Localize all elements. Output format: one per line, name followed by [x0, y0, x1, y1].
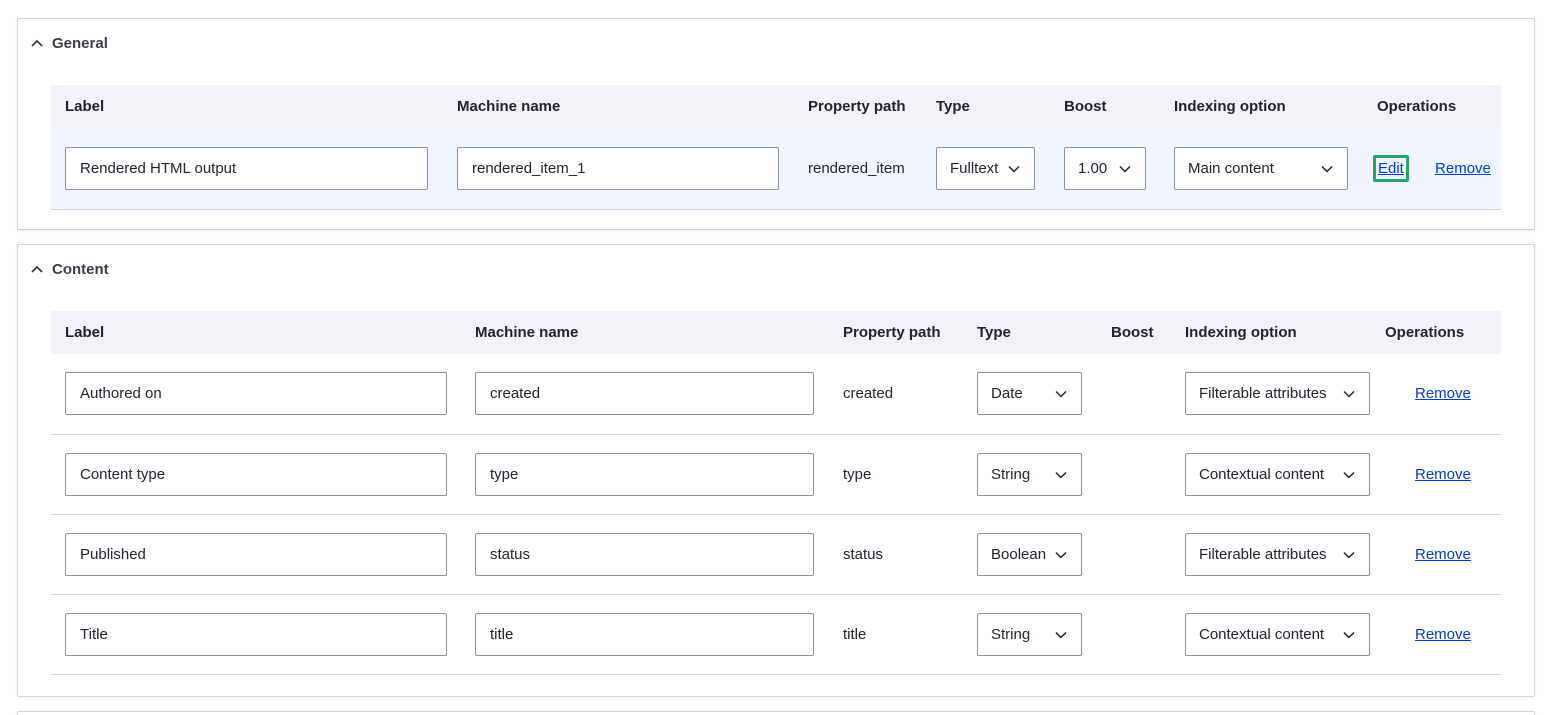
chevron-up-icon	[31, 39, 43, 47]
section-title: Content	[52, 260, 109, 278]
property-path-text: rendered_item	[808, 159, 905, 177]
col-label: Label	[65, 324, 105, 341]
section-title: General	[52, 34, 108, 52]
content-fields-table: Label Machine name Property path Type Bo…	[51, 311, 1501, 675]
col-boost: Boost	[1064, 98, 1107, 115]
property-path-text: status	[843, 545, 884, 563]
remove-link[interactable]: Remove	[1415, 385, 1471, 402]
col-machine-name: Machine name	[475, 324, 579, 341]
remove-link[interactable]: Remove	[1435, 160, 1491, 177]
content-section-toggle[interactable]: Content	[30, 259, 109, 279]
col-type: Type	[936, 98, 970, 115]
content-section: Content Label Machine name Property path…	[17, 244, 1535, 697]
type-select[interactable]: String	[977, 612, 1082, 656]
chevron-down-icon	[1343, 471, 1355, 479]
machine-name-input[interactable]	[475, 532, 814, 576]
col-indexing-option: Indexing option	[1185, 324, 1297, 341]
remove-link[interactable]: Remove	[1415, 626, 1471, 643]
col-property-path: Property path	[808, 98, 906, 115]
chevron-down-icon	[1343, 391, 1355, 398]
table-row: title String Contextual content Remove	[51, 594, 1501, 674]
label-input[interactable]	[65, 146, 428, 190]
table-row: rendered_item Fulltext 1.00 Main conte	[51, 128, 1501, 209]
chevron-down-icon	[1055, 391, 1067, 398]
label-input[interactable]	[65, 612, 447, 656]
chevron-down-icon	[1119, 165, 1131, 173]
property-path-text: type	[843, 465, 872, 483]
chevron-down-icon	[1055, 631, 1067, 639]
label-input[interactable]	[65, 532, 447, 576]
remove-link[interactable]: Remove	[1415, 466, 1471, 483]
boost-select[interactable]: 1.00	[1064, 146, 1146, 190]
indexing-option-select[interactable]: Main content	[1174, 146, 1348, 190]
machine-name-input[interactable]	[475, 372, 814, 416]
machine-name-input[interactable]	[475, 452, 814, 496]
table-header-row: Label Machine name Property path Type Bo…	[51, 85, 1501, 128]
chevron-down-icon	[1055, 551, 1067, 559]
boost-cell	[1097, 594, 1171, 674]
general-section: General Label Machine name Property path…	[17, 18, 1535, 230]
table-row: status Boolean Filterable attributes Rem…	[51, 514, 1501, 594]
col-type: Type	[977, 324, 1011, 341]
col-property-path: Property path	[843, 324, 941, 341]
type-select[interactable]: String	[977, 452, 1082, 496]
table-row: type String Contextual content Remove	[51, 434, 1501, 514]
general-fields-table: Label Machine name Property path Type Bo…	[51, 85, 1501, 210]
col-label: Label	[65, 98, 105, 115]
remove-link[interactable]: Remove	[1415, 546, 1471, 563]
chevron-down-icon	[1343, 551, 1355, 559]
general-section-toggle[interactable]: General	[30, 33, 108, 53]
col-indexing-option: Indexing option	[1174, 98, 1286, 115]
chevron-down-icon	[1008, 165, 1020, 173]
machine-name-input[interactable]	[475, 612, 814, 656]
property-path-text: created	[843, 385, 894, 403]
table-header-row: Label Machine name Property path Type Bo…	[51, 311, 1501, 354]
edit-link[interactable]: Edit	[1373, 154, 1409, 182]
machine-name-input[interactable]	[457, 146, 779, 190]
chevron-up-icon	[31, 265, 43, 273]
chevron-down-icon	[1343, 631, 1355, 639]
boost-cell	[1097, 434, 1171, 514]
indexing-option-select[interactable]: Contextual content	[1185, 612, 1370, 656]
type-select[interactable]: Fulltext	[936, 146, 1035, 190]
indexing-option-select[interactable]: Filterable attributes	[1185, 372, 1370, 416]
property-path-text: title	[843, 625, 867, 643]
boost-cell	[1097, 354, 1171, 434]
col-operations: Operations	[1385, 324, 1465, 341]
chevron-down-icon	[1055, 471, 1067, 479]
boost-cell	[1097, 514, 1171, 594]
table-row: created Date Filterable attributes Remov…	[51, 354, 1501, 434]
indexing-option-select[interactable]: Contextual content	[1185, 452, 1370, 496]
col-operations: Operations	[1377, 98, 1457, 115]
col-machine-name: Machine name	[457, 98, 561, 115]
chevron-down-icon	[1321, 165, 1333, 173]
label-input[interactable]	[65, 372, 447, 416]
next-section-edge	[17, 711, 1535, 715]
label-input[interactable]	[65, 452, 447, 496]
indexing-option-select[interactable]: Filterable attributes	[1185, 532, 1370, 576]
type-select[interactable]: Date	[977, 372, 1082, 416]
type-select[interactable]: Boolean	[977, 532, 1082, 576]
col-boost: Boost	[1111, 324, 1154, 341]
